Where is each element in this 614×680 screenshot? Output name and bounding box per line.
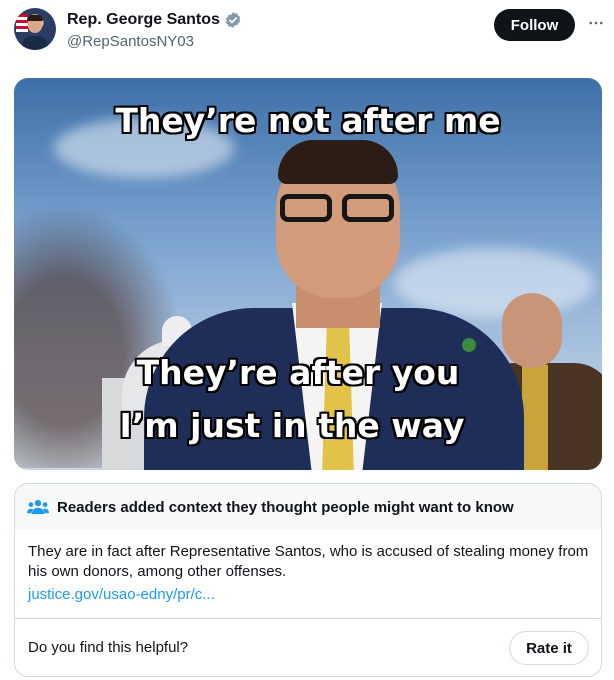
community-note-source-link[interactable]: justice.gov/usao-edny/pr/c... bbox=[28, 586, 215, 603]
community-note-body: They are in fact after Representative Sa… bbox=[28, 543, 589, 580]
verified-badge-icon[interactable] bbox=[224, 11, 242, 29]
glasses-graphic bbox=[276, 194, 400, 224]
tweet-image[interactable]: They’re not after me They’re after you I… bbox=[14, 78, 602, 470]
helpful-question: Do you find this helpful? bbox=[28, 639, 189, 656]
flag-graphic bbox=[16, 14, 28, 32]
meme-top-caption: They’re not after me bbox=[115, 101, 501, 140]
community-note-header: Readers added context they thought peopl… bbox=[15, 484, 601, 530]
people-icon bbox=[27, 499, 49, 515]
author-handle[interactable]: @RepSantosNY03 bbox=[67, 33, 194, 50]
meme-bottom-caption-line1: They’re after you bbox=[136, 353, 460, 392]
meme-bottom-caption-line2: I’m just in the way bbox=[119, 406, 465, 445]
author-avatar[interactable] bbox=[14, 8, 56, 50]
tweet-header: Rep. George Santos @RepSantosNY03 Follow bbox=[14, 6, 604, 58]
author-name-row[interactable]: Rep. George Santos bbox=[67, 11, 242, 29]
tie-graphic bbox=[322, 326, 354, 470]
hair-graphic bbox=[278, 140, 398, 184]
rate-it-button[interactable]: Rate it bbox=[509, 631, 589, 665]
community-note-title: Readers added context they thought peopl… bbox=[57, 498, 514, 516]
avatar-hair bbox=[27, 15, 43, 21]
avatar-suit bbox=[22, 36, 48, 50]
more-horizontal-icon[interactable] bbox=[587, 14, 605, 32]
divider bbox=[15, 618, 601, 619]
follow-button[interactable]: Follow bbox=[494, 9, 575, 41]
author-display-name[interactable]: Rep. George Santos bbox=[67, 11, 220, 29]
community-note: Readers added context they thought peopl… bbox=[14, 483, 602, 677]
lapel-pin-graphic bbox=[462, 338, 476, 352]
